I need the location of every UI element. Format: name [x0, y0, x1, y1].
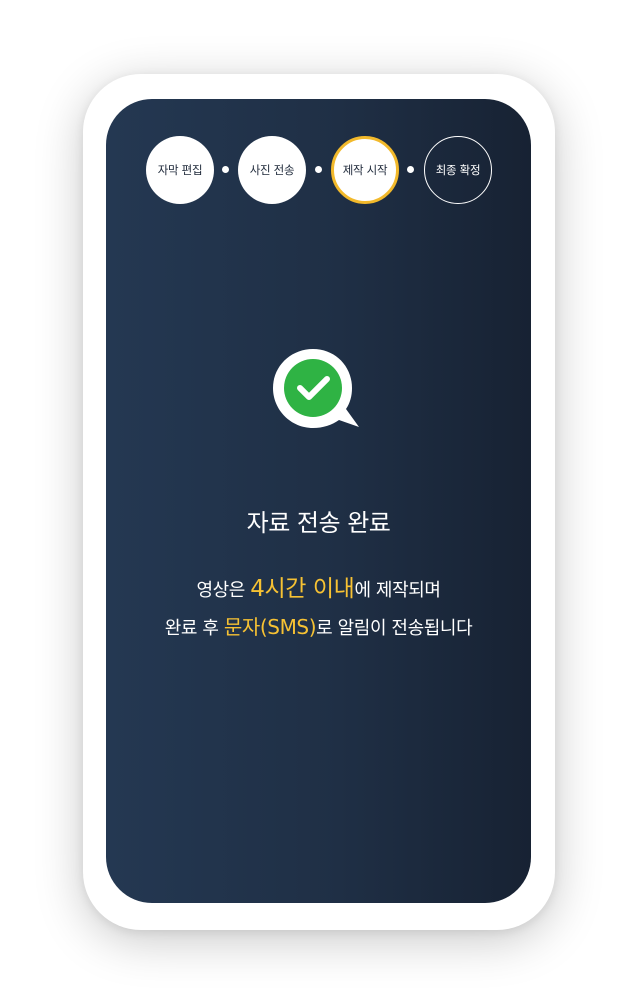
message-text: 완료 후	[164, 618, 224, 639]
message-text: 영상은	[196, 580, 251, 601]
step-final-confirm: 최종 확정	[424, 136, 492, 204]
message-highlight: 4시간 이내	[250, 576, 355, 602]
message-line-2: 완료 후 문자(SMS)로 알림이 전송됩니다	[106, 611, 531, 640]
app-screen: 자막 편집 사진 전송 제작 시작 최종 확정 자료 전송 완료 영상은 4시간…	[106, 99, 531, 903]
step-production-start: 제작 시작	[331, 136, 399, 204]
step-separator-dot	[407, 166, 414, 173]
message-text: 로 알림이 전송됩니다	[316, 618, 473, 639]
completion-title: 자료 전송 완료	[246, 509, 391, 537]
step-separator-dot	[222, 166, 229, 173]
step-photo-upload: 사진 전송	[238, 136, 306, 204]
message-line-1: 영상은 4시간 이내에 제작되며	[106, 569, 531, 603]
check-speech-bubble-icon	[273, 349, 359, 428]
progress-steps: 자막 편집 사진 전송 제작 시작 최종 확정	[106, 136, 531, 204]
step-label: 최종 확정	[435, 163, 481, 177]
step-label: 자막 편집	[157, 163, 203, 177]
step-label: 사진 전송	[249, 163, 295, 177]
message-text: 에 제작되며	[354, 580, 441, 601]
step-subtitle-edit: 자막 편집	[146, 136, 214, 204]
step-separator-dot	[315, 166, 322, 173]
message-highlight: 문자(SMS)	[223, 615, 317, 639]
step-label: 제작 시작	[342, 163, 388, 177]
